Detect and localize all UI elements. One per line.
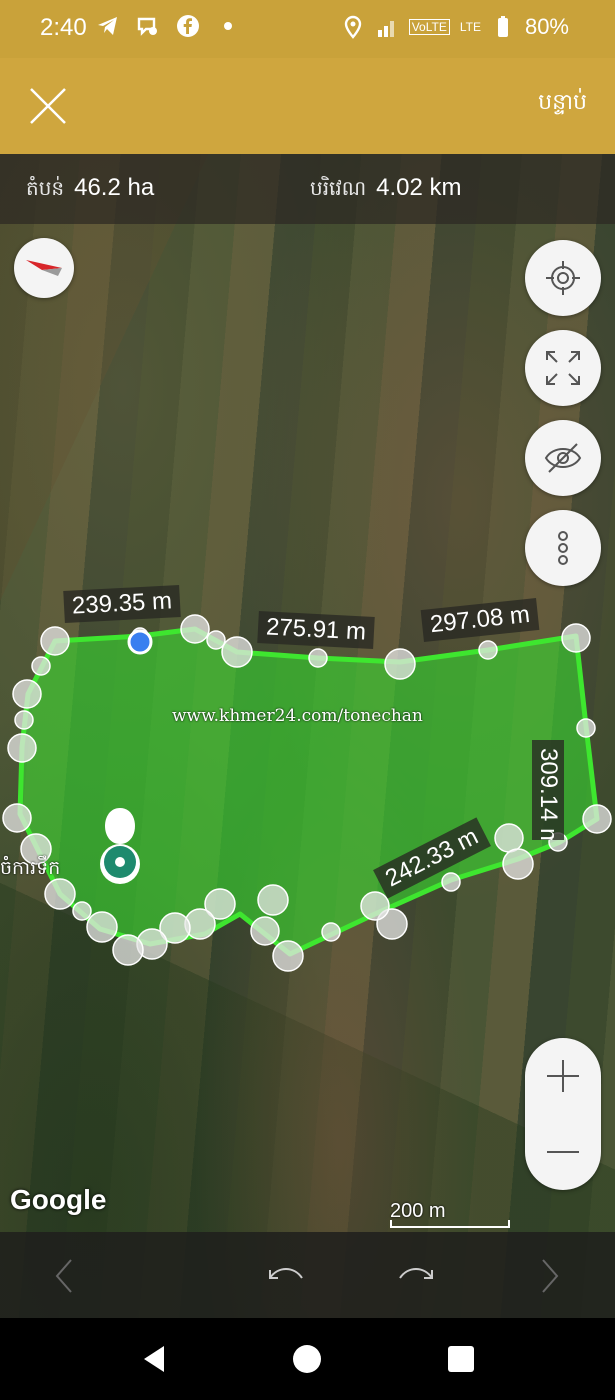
current-location-marker [127,629,153,655]
watermark: www.khmer24.com/tonechan [172,706,423,726]
my-location-button[interactable] [525,240,601,316]
next-button[interactable]: បន្ទាប់ [538,88,587,120]
signal-icon [377,21,394,37]
zoom-out-button[interactable] [525,1114,601,1190]
google-attribution: Google [10,1184,107,1215]
expand-icon [546,351,580,385]
scale-label: 200 m [390,1200,446,1222]
area-label: តំបន់ [26,176,65,200]
zoom-controls [525,1038,601,1190]
volte-icon: VoLTE [408,19,450,35]
more-options-button[interactable] [525,510,601,586]
edge-length-label: 239.35 m [63,584,181,624]
redo-icon [399,1268,433,1279]
perimeter-stat: បរិវេណ 4.02 km [310,174,462,205]
undo-button[interactable] [264,1254,308,1298]
edge-length-label: 275.91 m [257,610,375,650]
chevron-left-icon [55,1259,72,1293]
lte-signal-icon: LTE [459,20,481,34]
perimeter-value: 4.02 km [376,174,462,201]
next-step-button[interactable] [528,1254,572,1298]
map-scale: 200 m [390,1200,510,1230]
home-icon[interactable] [290,1342,324,1376]
system-icons: VoLTE LTE 80% [341,14,569,40]
compass-button[interactable] [14,238,74,298]
poi-label: ចំការ​ទឹក [0,857,61,879]
previous-button[interactable] [42,1254,86,1298]
compass-icon [26,260,62,276]
perimeter-label: បរិវេណ [310,176,367,200]
recents-icon[interactable] [444,1342,478,1376]
facebook-icon [177,15,199,37]
battery-icon [497,16,508,37]
area-stat: តំបន់ 46.2 ha [26,174,154,205]
area-value: 46.2 ha [74,174,155,201]
chevron-right-icon [542,1259,559,1293]
more-vertical-icon [558,531,568,565]
eye-off-icon [544,443,582,473]
app-header: បន្ទាប់ [0,58,615,154]
measurement-stats: តំបន់ 46.2 ha បរិវេណ 4.02 km [0,154,615,224]
zoom-in-button[interactable] [525,1038,601,1114]
redo-button[interactable] [394,1254,438,1298]
dot-icon [224,22,232,30]
visibility-toggle-button[interactable] [525,420,601,496]
telegram-icon [98,17,117,35]
fullscreen-button[interactable] [525,330,601,406]
plus-icon [547,1060,579,1092]
location-icon [344,15,361,39]
status-time: 2:40 [40,14,87,41]
satellite-map[interactable]: តំបន់ 46.2 ha បរិវេណ 4.02 km 239.35 m 27… [0,154,615,1318]
close-icon[interactable] [28,86,68,126]
undo-icon [269,1268,303,1279]
notification-icons [96,14,240,38]
back-icon[interactable] [138,1342,172,1376]
scale-bar [390,1220,510,1228]
crosshair-icon [546,261,580,295]
system-nav-bar [0,1318,615,1400]
status-bar: 2:40 VoLTE LTE 80% [0,0,615,58]
messenger-icon [137,17,157,36]
edit-toolbar [0,1232,615,1318]
measured-area-polygon[interactable] [0,154,615,1318]
minus-icon [547,1151,579,1153]
edge-length-label: 309.14 m [532,740,564,840]
battery-level: 80% [524,14,569,39]
